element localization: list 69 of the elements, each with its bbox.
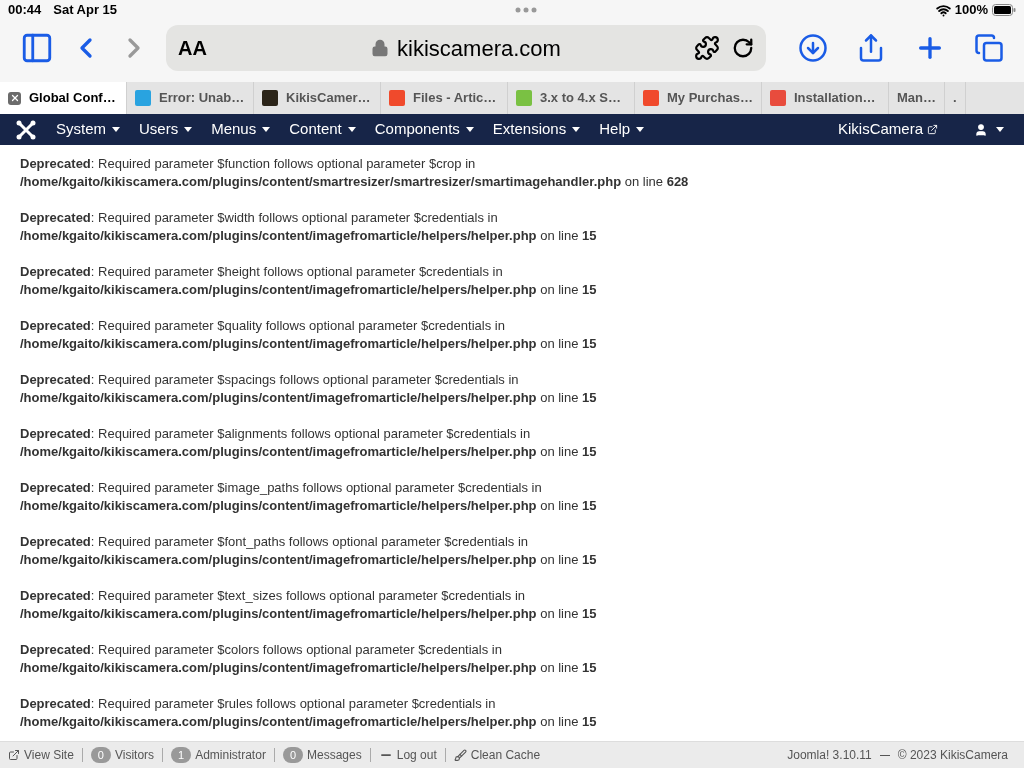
external-link-icon bbox=[8, 749, 20, 761]
file-location: /home/kgaito/kikiscamera.com/plugins/content/imagefromarticle/helpers/helper.php on line 15 bbox=[20, 659, 598, 677]
caret-icon bbox=[262, 127, 271, 132]
user-icon bbox=[974, 122, 988, 137]
date-text: Sat Apr 15 bbox=[53, 1, 118, 20]
caret-icon bbox=[465, 127, 474, 132]
more-icon bbox=[515, 7, 538, 13]
site-link[interactable]: KikisCamera bbox=[837, 118, 938, 141]
sidebar-icon[interactable] bbox=[20, 31, 54, 65]
address-text: kikiscamera.com bbox=[397, 34, 561, 63]
caret-icon bbox=[112, 127, 120, 132]
file-location: /home/kgaito/kikiscamera.com/plugins/content/imagefromarticle/helpers/helper.php on line 15 bbox=[20, 443, 598, 461]
user-menu-button[interactable] bbox=[974, 122, 1004, 137]
lock-icon bbox=[371, 39, 390, 57]
deprecation-message: Deprecated: Required parameter $rules follows optional parameter $credentials in bbox=[20, 695, 497, 713]
footer-link[interactable]: 0 Messages bbox=[282, 746, 362, 764]
footer-link[interactable]: View Site bbox=[8, 746, 74, 764]
deprecation-message: Deprecated: Required parameter $image_paths follows optional parameter $credentials in bbox=[20, 479, 543, 497]
reload-icon[interactable] bbox=[732, 37, 754, 59]
version-text: Joomla! 3.10.11 bbox=[787, 747, 872, 764]
menu-item[interactable]: Help bbox=[599, 118, 645, 141]
deprecation-message: Deprecated: Required parameter $function follows optional parameter $crop in bbox=[20, 155, 477, 173]
close-icon[interactable] bbox=[8, 91, 21, 105]
deprecation-message: Deprecated: Required parameter $width follows optional parameter $credentials in bbox=[20, 209, 499, 227]
caret-icon bbox=[636, 127, 645, 132]
brush-icon bbox=[453, 748, 467, 762]
deprecation-message: Deprecated: Required parameter $text_sizes follows optional parameter $credentials in bbox=[20, 587, 527, 605]
tabs-icon[interactable] bbox=[974, 33, 1004, 63]
deprecation-message: Deprecated: Required parameter $font_paths follows optional parameter $credentials in bbox=[20, 533, 529, 551]
battery-text: 100% bbox=[954, 1, 988, 20]
caret-icon bbox=[572, 127, 581, 132]
file-location: /home/kgaito/kikiscamera.com/plugins/content/imagefromarticle/helpers/helper.php on line 15 bbox=[20, 227, 598, 245]
browser-tab[interactable]: Global Conf… bbox=[0, 82, 127, 114]
extension-icon[interactable] bbox=[694, 35, 720, 61]
deprecation-message: Deprecated: Required parameter $alignments follows optional parameter $credentials in bbox=[20, 425, 532, 443]
deprecation-message: Deprecated: Required parameter $colors follows optional parameter $credentials in bbox=[20, 641, 503, 659]
file-location: /home/kgaito/kikiscamera.com/plugins/content/imagefromarticle/helpers/helper.php on line 15 bbox=[20, 281, 598, 299]
menu-item[interactable]: System bbox=[56, 118, 120, 141]
battery-icon bbox=[992, 4, 1016, 16]
menu-item[interactable]: Users bbox=[139, 118, 193, 141]
file-location: /home/kgaito/kikiscamera.com/plugins/content/imagefromarticle/helpers/helper.php on line 15 bbox=[20, 713, 598, 731]
text-size-button[interactable]: AA bbox=[178, 33, 238, 63]
caret-icon bbox=[184, 127, 193, 132]
file-location: /home/kgaito/kikiscamera.com/plugins/content/smartresizer/smartresizer/smartimagehandler.php on line 628 bbox=[20, 173, 690, 191]
address-bar[interactable]: AA kikiscamera.com bbox=[166, 25, 766, 71]
download-icon[interactable] bbox=[798, 33, 828, 63]
menu-item[interactable]: Menus bbox=[211, 118, 271, 141]
footer-link[interactable]: 0 Visitors bbox=[90, 746, 155, 764]
joomla-icon[interactable] bbox=[16, 119, 36, 140]
wifi-icon bbox=[935, 2, 951, 18]
footer-link[interactable]: 1 Administrator bbox=[171, 746, 266, 764]
menu-item[interactable]: Components bbox=[374, 118, 474, 141]
footer-link[interactable]: Log out bbox=[378, 746, 437, 764]
copyright-text: © 2023 KikisCamera bbox=[897, 747, 1008, 764]
deprecation-message: Deprecated: Required parameter $spacings follows optional parameter $credentials in bbox=[20, 371, 520, 389]
file-location: /home/kgaito/kikiscamera.com/plugins/content/imagefromarticle/helpers/helper.php on line 15 bbox=[20, 551, 598, 569]
deprecation-message: Deprecated: Required parameter $quality follows optional parameter $credentials in bbox=[20, 317, 506, 335]
file-location: /home/kgaito/kikiscamera.com/plugins/content/imagefromarticle/helpers/helper.php on line 15 bbox=[20, 497, 598, 515]
caret-icon bbox=[996, 127, 1004, 132]
deprecation-message: Deprecated: Required parameter $height follows optional parameter $credentials in bbox=[20, 263, 504, 281]
file-location: /home/kgaito/kikiscamera.com/plugins/content/imagefromarticle/helpers/helper.php on line 15 bbox=[20, 605, 598, 623]
clock-time: 00:44 bbox=[8, 1, 42, 20]
menu-item[interactable]: Content bbox=[289, 118, 356, 141]
file-location: /home/kgaito/kikiscamera.com/plugins/content/imagefromarticle/helpers/helper.php on line 15 bbox=[20, 335, 598, 353]
menu-item[interactable]: Extensions bbox=[492, 118, 581, 141]
footer-link[interactable]: Clean Cache bbox=[453, 746, 541, 764]
file-location: /home/kgaito/kikiscamera.com/plugins/content/imagefromarticle/helpers/helper.php on line 15 bbox=[20, 389, 598, 407]
caret-icon bbox=[347, 127, 356, 132]
external-link-icon bbox=[927, 124, 938, 135]
